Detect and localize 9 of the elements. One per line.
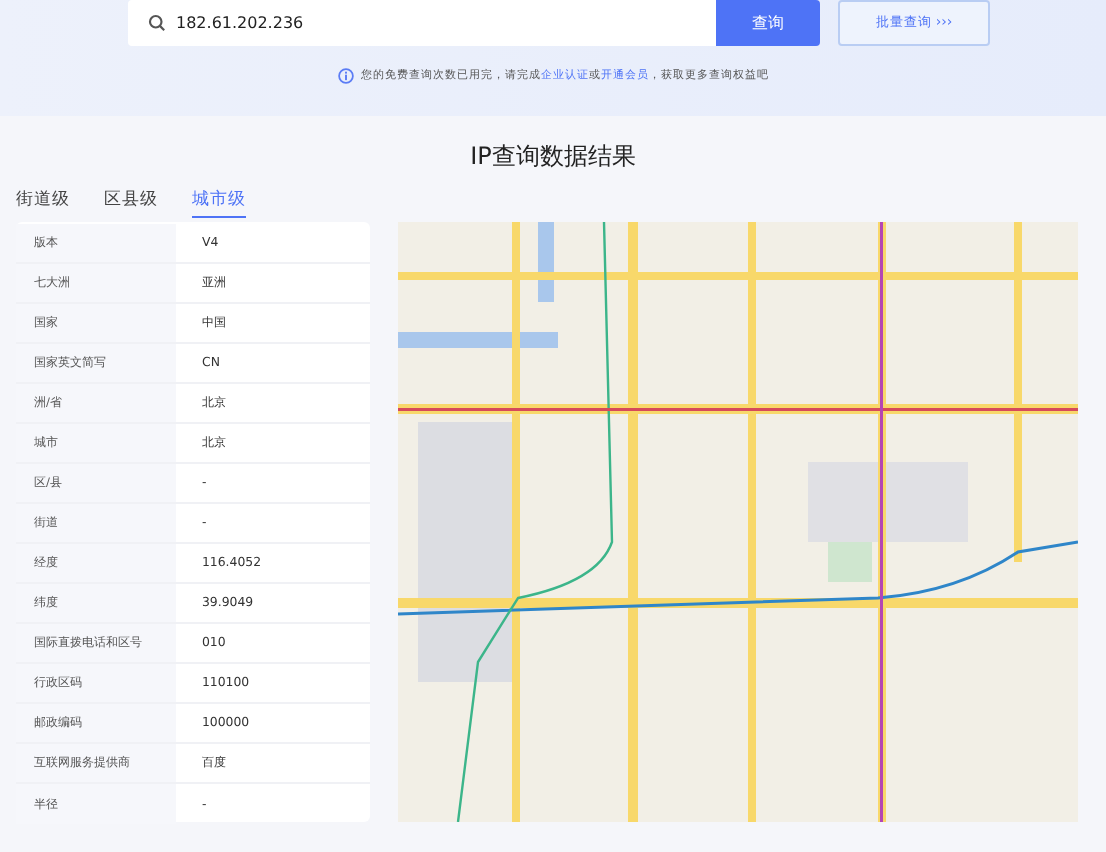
result-title: IP查询数据结果 [468,140,638,174]
search-input-text: 182.61.202.236 [176,14,304,32]
level-tab[interactable]: 区县级 [104,186,158,218]
info-icon [337,68,353,84]
level-tab[interactable]: 城市级 [192,186,246,218]
search-field[interactable]: 182.61.202.236 [128,0,716,46]
level-tab[interactable]: 街道级 [16,186,70,218]
search-button[interactable]: 查询 [716,0,820,46]
search-icon [148,14,166,32]
